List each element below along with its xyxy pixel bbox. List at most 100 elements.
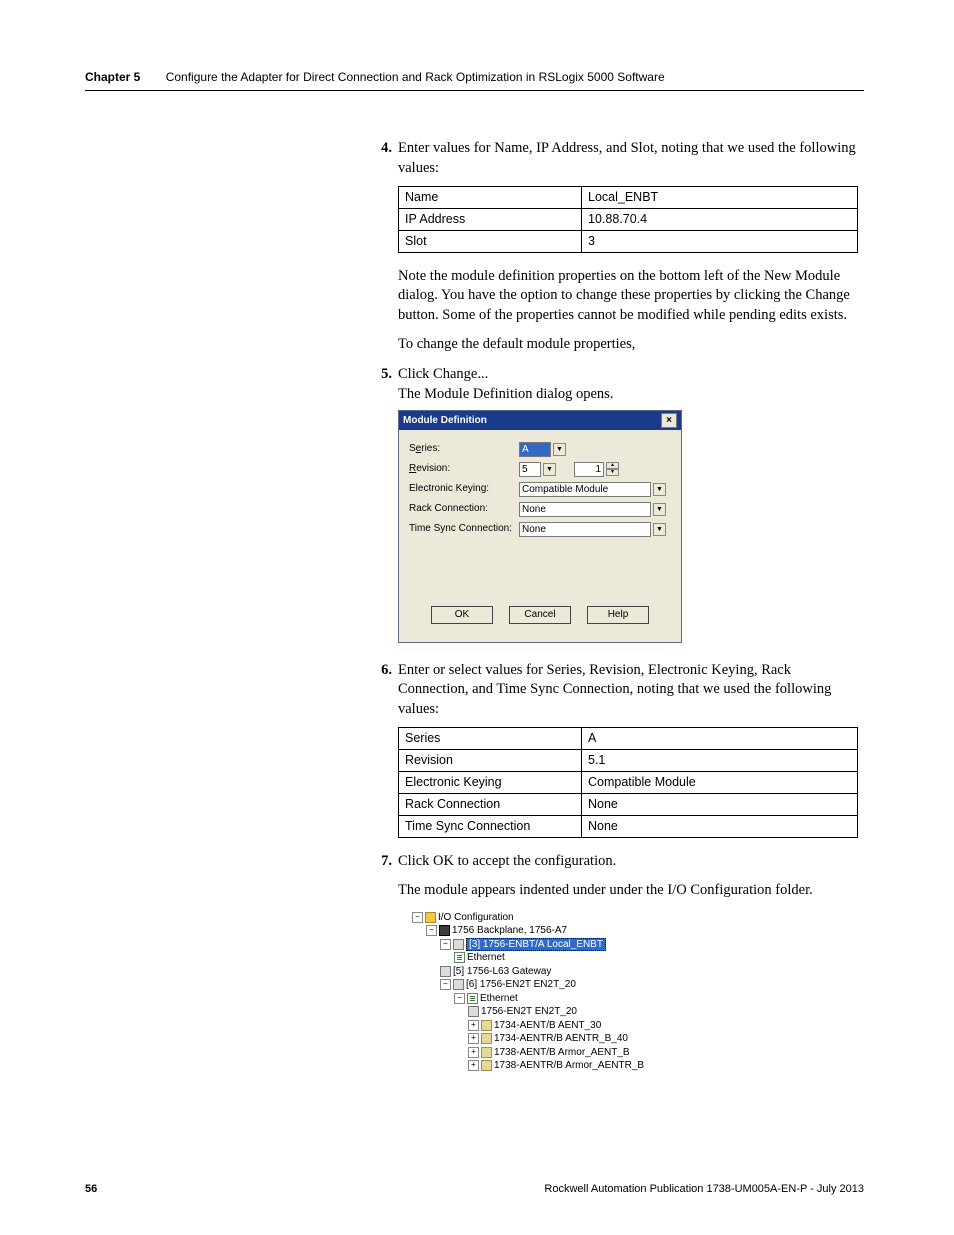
help-button[interactable]: Help [587,606,649,624]
folder-icon [425,912,436,923]
module-icon [481,1060,492,1071]
cell-label: IP Address [399,209,582,231]
page-footer: 56 Rockwell Automation Publication 1738-… [85,1183,864,1195]
cell-value: A [582,728,858,750]
collapse-icon[interactable]: − [412,912,423,923]
expand-icon[interactable]: + [468,1060,479,1071]
step-number: 4. [370,139,392,178]
chevron-up-icon[interactable]: ▲ [606,462,619,469]
series-label: Series: [409,442,519,456]
ethernet-icon [454,952,465,963]
module-icon [440,966,451,977]
tree-node-aentr-40[interactable]: +1734-AENTR/B AENTR_B_40 [398,1032,678,1046]
tree-node-backplane[interactable]: −1756 Backplane, 1756-A7 [398,924,678,938]
chevron-down-icon[interactable]: ▼ [653,523,666,536]
revision-major-select[interactable]: 5 [519,462,541,477]
step-5: 5. Click Change... The Module Definition… [370,365,864,404]
step-number: 7. [370,852,392,872]
note-paragraph: Note the module definition properties on… [398,267,864,326]
step-4: 4. Enter values for Name, IP Address, an… [370,139,864,178]
expand-icon[interactable]: + [468,1020,479,1031]
chevron-down-icon[interactable]: ▼ [543,463,556,476]
cell-value: 3 [582,230,858,252]
rack-connection-row: Rack Connection: None ▼ [409,500,671,518]
revision-label: Revision: [409,462,519,476]
cancel-button[interactable]: Cancel [509,606,571,624]
spinner-buttons[interactable]: ▲▼ [606,462,619,476]
tree-node-io-configuration[interactable]: −I/O Configuration [398,911,678,925]
cell-value: None [582,815,858,837]
tree-node-local-enbt[interactable]: −[3] 1756-ENBT/A Local_ENBT [398,938,678,952]
close-icon[interactable]: × [661,413,677,428]
rack-connection-select[interactable]: None [519,502,651,517]
revision-row: Revision: 5 ▼ 1 ▲▼ [409,460,671,478]
page-number: 56 [85,1183,97,1195]
revision-minor-spinner[interactable]: 1 [574,462,604,477]
table-row: SeriesA [399,728,858,750]
table-row: Time Sync ConnectionNone [399,815,858,837]
cell-value: Local_ENBT [582,187,858,209]
module-icon [453,939,464,950]
name-address-slot-table: NameLocal_ENBT IP Address10.88.70.4 Slot… [398,186,858,253]
module-definition-values-table: SeriesA Revision5.1 Electronic KeyingCom… [398,727,858,837]
cell-value: 10.88.70.4 [582,209,858,231]
cell-value: 5.1 [582,750,858,772]
step-6: 6. Enter or select values for Series, Re… [370,661,864,720]
keying-select[interactable]: Compatible Module [519,482,651,497]
step-text: Click Change... The Module Definition di… [398,365,864,404]
post-step-paragraph: The module appears indented under under … [398,881,864,901]
cell-value: None [582,793,858,815]
keying-label: Electronic Keying: [409,482,519,496]
step-text: Enter or select values for Series, Revis… [398,661,864,720]
collapse-icon[interactable]: − [440,979,451,990]
collapse-icon[interactable]: − [454,993,465,1004]
io-configuration-tree-figure: −I/O Configuration −1756 Backplane, 1756… [398,911,678,1073]
timesync-label: Time Sync Connection: [409,522,519,536]
step-text: Enter values for Name, IP Address, and S… [398,139,864,178]
chevron-down-icon[interactable]: ▼ [606,469,619,476]
tree-node-armor-aentr[interactable]: +1738-AENTR/B Armor_AENTR_B [398,1059,678,1073]
dialog-body: Series: A ▼ Revision: 5 ▼ 1 [399,430,681,642]
module-icon [481,1047,492,1058]
running-header: Chapter 5 Configure the Adapter for Dire… [85,70,864,91]
series-select[interactable]: A [519,442,551,457]
chevron-down-icon[interactable]: ▼ [653,483,666,496]
tree-node-ethernet[interactable]: Ethernet [398,951,678,965]
page: Chapter 5 Configure the Adapter for Dire… [0,0,954,1235]
publication-info: Rockwell Automation Publication 1738-UM0… [544,1183,864,1195]
timesync-select[interactable]: None [519,522,651,537]
timesync-row: Time Sync Connection: None ▼ [409,520,671,538]
chevron-down-icon[interactable]: ▼ [653,503,666,516]
cell-label: Revision [399,750,582,772]
cell-value: Compatible Module [582,772,858,794]
table-row: IP Address10.88.70.4 [399,209,858,231]
table-row: Slot3 [399,230,858,252]
ok-button[interactable]: OK [431,606,493,624]
expand-icon[interactable]: + [468,1047,479,1058]
cell-label: Electronic Keying [399,772,582,794]
step-text: Click OK to accept the configuration. [398,852,864,872]
tree-node-ethernet-2[interactable]: −Ethernet [398,992,678,1006]
tree-node-aent-30[interactable]: +1734-AENT/B AENT_30 [398,1019,678,1033]
table-row: NameLocal_ENBT [399,187,858,209]
module-icon [481,1020,492,1031]
cell-label: Time Sync Connection [399,815,582,837]
chevron-down-icon[interactable]: ▼ [553,443,566,456]
cell-label: Series [399,728,582,750]
tree-node-en2t-child[interactable]: 1756-EN2T EN2T_20 [398,1005,678,1019]
cell-label: Slot [399,230,582,252]
tree-node-armor-aent[interactable]: +1738-AENT/B Armor_AENT_B [398,1046,678,1060]
tree-node-en2t[interactable]: −[6] 1756-EN2T EN2T_20 [398,978,678,992]
chassis-icon [439,925,450,936]
dialog-title: Module Definition [403,414,487,428]
step-7: 7. Click OK to accept the configuration. [370,852,864,872]
rack-connection-label: Rack Connection: [409,502,519,516]
table-row: Rack ConnectionNone [399,793,858,815]
series-row: Series: A ▼ [409,440,671,458]
expand-icon[interactable]: + [468,1033,479,1044]
tree-node-l63-gateway[interactable]: [5] 1756-L63 Gateway [398,965,678,979]
chapter-label: Chapter 5 [85,70,140,84]
collapse-icon[interactable]: − [426,925,437,936]
dialog-titlebar: Module Definition × [399,411,681,430]
collapse-icon[interactable]: − [440,939,451,950]
